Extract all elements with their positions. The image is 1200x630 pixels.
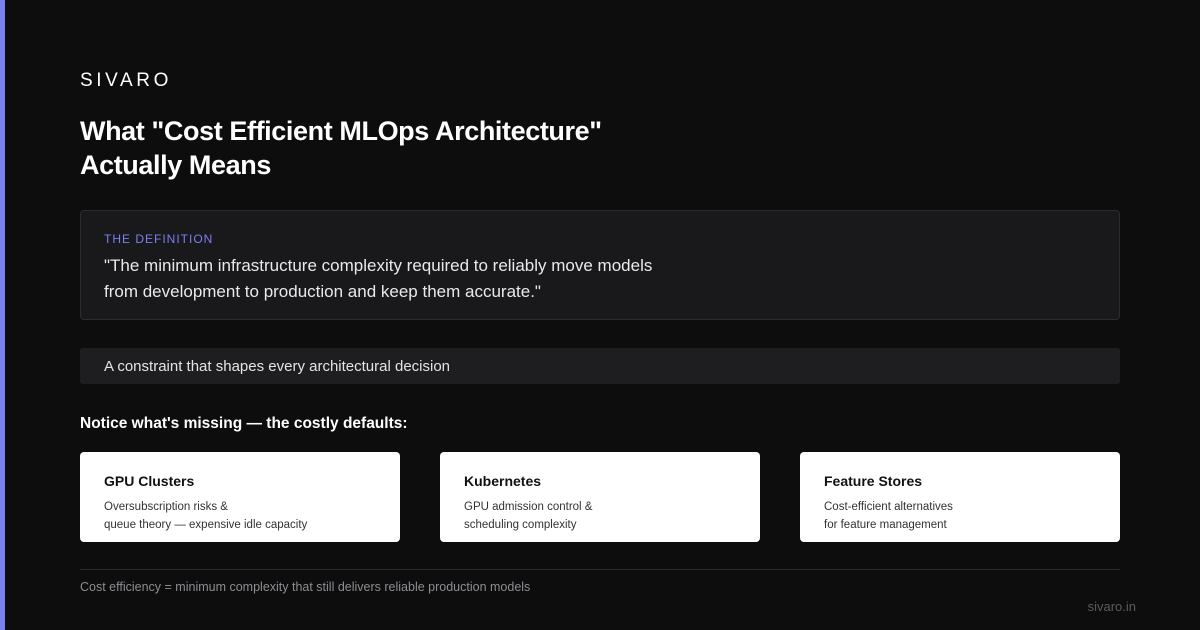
card-description-line-1: GPU admission control & bbox=[464, 501, 593, 513]
definition-quote: "The minimum infrastructure complexity r… bbox=[104, 253, 724, 305]
brand-logo: SIVARO bbox=[80, 70, 172, 91]
page-title: What "Cost Efficient MLOps Architecture"… bbox=[80, 114, 780, 182]
footer-note: Cost efficiency = minimum complexity tha… bbox=[80, 580, 531, 594]
footer-divider bbox=[80, 569, 1120, 570]
title-line-1: What "Cost Efficient MLOps Architecture" bbox=[80, 116, 602, 146]
card-description-line-1: Oversubscription risks & bbox=[104, 501, 228, 513]
card-description-line-2: scheduling complexity bbox=[464, 519, 577, 531]
missing-heading: Notice what's missing — the costly defau… bbox=[80, 415, 408, 432]
card-title: Kubernetes bbox=[464, 473, 542, 489]
constraint-box: A constraint that shapes every architect… bbox=[80, 348, 1120, 384]
definition-quote-line-1: "The minimum infrastructure complexity r… bbox=[104, 256, 653, 275]
accent-bar bbox=[0, 0, 5, 630]
card-description: Oversubscription risks & queue theory — … bbox=[104, 498, 384, 534]
card-title: Feature Stores bbox=[824, 473, 923, 489]
definition-quote-line-2: from development to production and keep … bbox=[104, 282, 541, 301]
card-title: GPU Clusters bbox=[104, 473, 195, 489]
definition-label: THE DEFINITION bbox=[104, 232, 214, 246]
definition-box: THE DEFINITION "The minimum infrastructu… bbox=[80, 210, 1120, 320]
card-description-line-2: queue theory — expensive idle capacity bbox=[104, 519, 308, 531]
constraint-text: A constraint that shapes every architect… bbox=[104, 358, 451, 375]
title-line-2: Actually Means bbox=[80, 150, 271, 180]
card-description-line-2: for feature management bbox=[824, 519, 947, 531]
card-description: GPU admission control & scheduling compl… bbox=[464, 498, 744, 534]
card-kubernetes: Kubernetes GPU admission control & sched… bbox=[440, 452, 760, 542]
card-gpu-clusters: GPU Clusters Oversubscription risks & qu… bbox=[80, 452, 400, 542]
site-url: sivaro.in bbox=[1087, 599, 1136, 614]
card-description-line-1: Cost-efficient alternatives bbox=[824, 501, 953, 513]
card-feature-stores: Feature Stores Cost-efficient alternativ… bbox=[800, 452, 1120, 542]
card-description: Cost-efficient alternatives for feature … bbox=[824, 498, 1104, 534]
